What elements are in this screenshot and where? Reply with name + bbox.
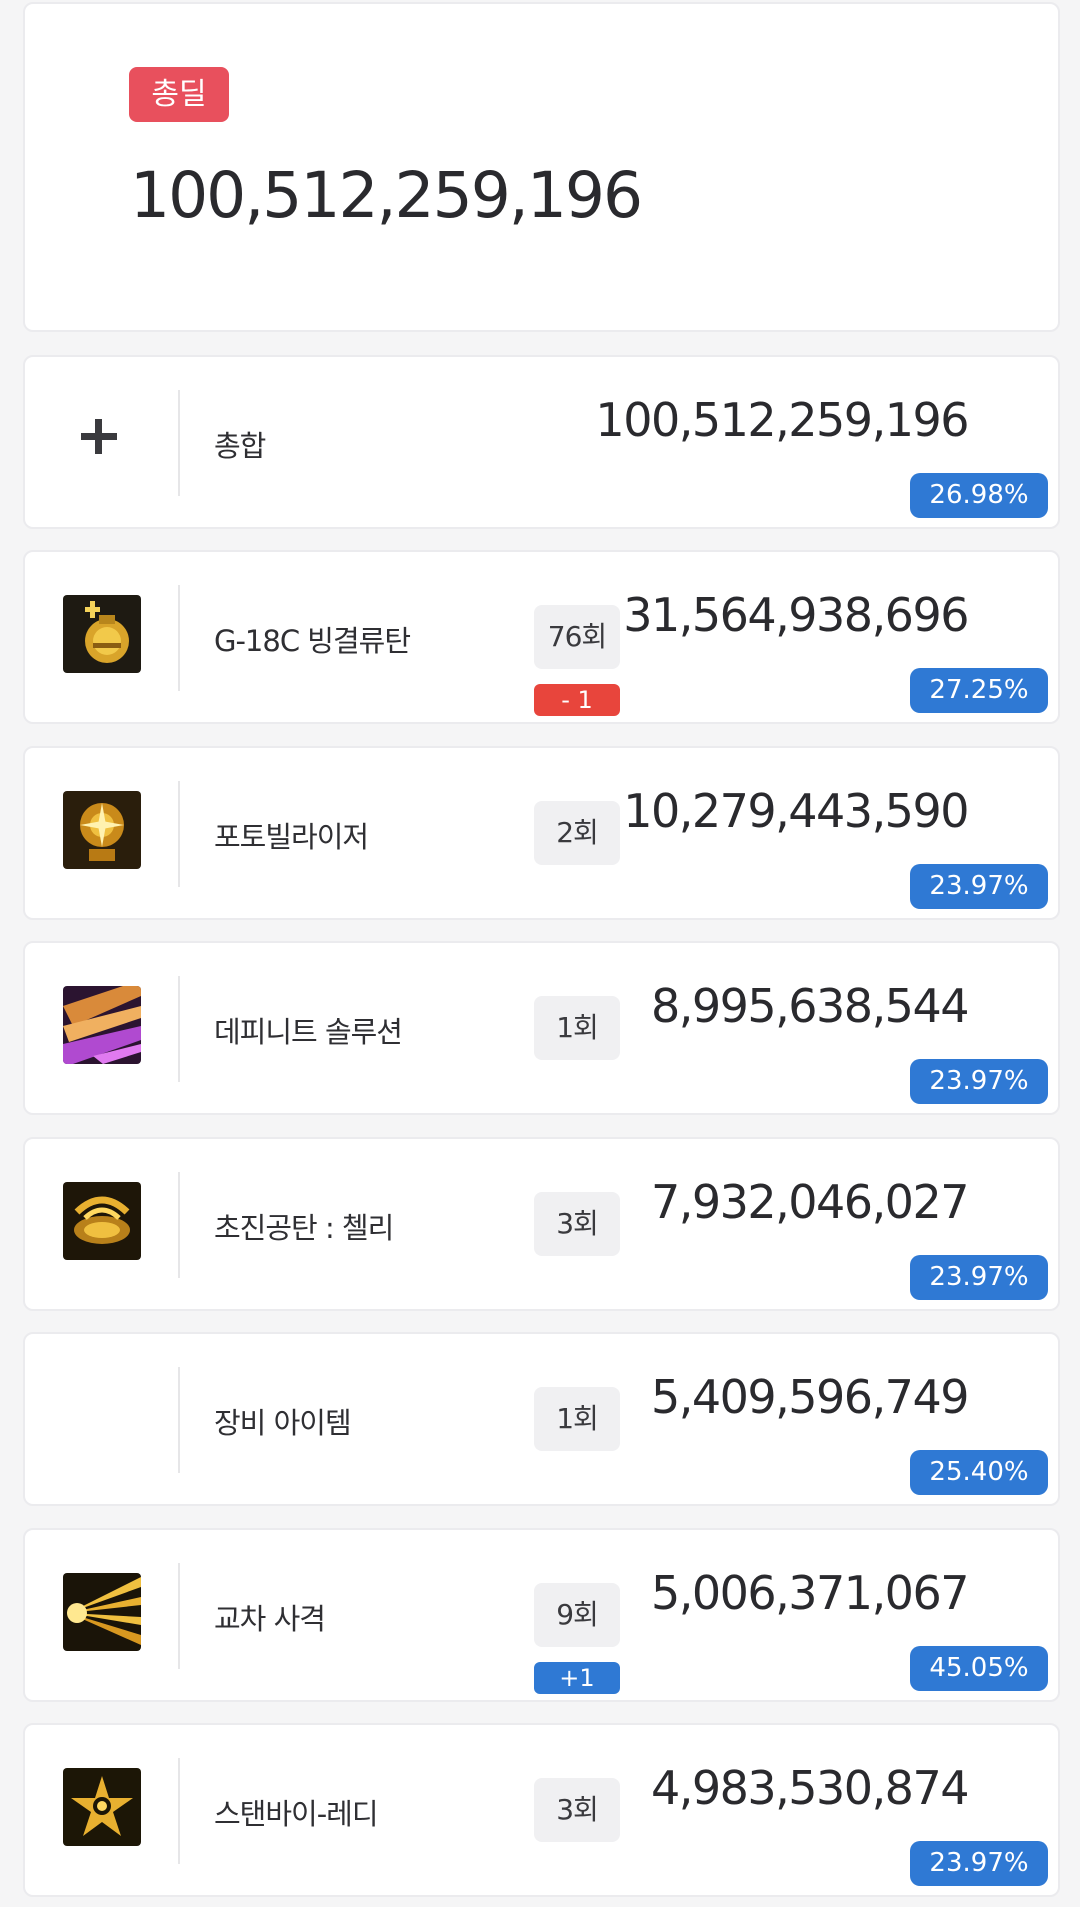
skill-name: 장비 아이템 — [214, 1406, 352, 1440]
row-divider — [178, 390, 180, 496]
cast-count: 1회 — [534, 996, 620, 1060]
cast-count: 2회 — [534, 801, 620, 865]
total-damage-badge: 총딜 — [129, 67, 229, 122]
summary-damage: 100,512,259,196 — [595, 393, 969, 447]
skill-percent-badge: 27.25% — [910, 668, 1048, 713]
skill-row[interactable]: G-18C 빙결류탄 76회 - 1 31,564,938,696 27.25% — [23, 550, 1060, 724]
cast-count: 3회 — [534, 1192, 620, 1256]
skill-percent-badge: 23.97% — [910, 1841, 1048, 1886]
skill-row[interactable]: 스탠바이-레디 3회 4,983,530,874 23.97% — [23, 1723, 1060, 1897]
skill-percent-badge: 23.97% — [910, 1059, 1048, 1104]
skill-damage: 5,006,371,067 — [650, 1566, 970, 1620]
photo-blaster-icon — [63, 791, 141, 869]
row-divider — [178, 1367, 180, 1473]
count-delta-badge: - 1 — [534, 684, 620, 716]
row-divider — [178, 1758, 180, 1864]
row-divider — [178, 1563, 180, 1669]
definite-solution-icon — [63, 986, 141, 1064]
summary-percent-badge: 26.98% — [910, 473, 1048, 518]
skill-name: 스탠바이-레디 — [214, 1797, 379, 1831]
skill-percent-badge: 23.97% — [910, 1255, 1048, 1300]
total-damage-card: 총딜 100,512,259,196 — [23, 2, 1060, 332]
total-damage-value: 100,512,259,196 — [130, 159, 643, 232]
skill-percent-badge: 23.97% — [910, 864, 1048, 909]
standby-ready-icon — [63, 1768, 141, 1846]
skill-name: 초진공탄 : 첼리 — [214, 1211, 394, 1245]
skill-name: 포토빌라이저 — [214, 820, 369, 854]
skill-percent-badge: 45.05% — [910, 1646, 1048, 1691]
cast-count: 76회 — [534, 605, 620, 669]
skill-percent-badge: 25.40% — [910, 1450, 1048, 1495]
cast-count: 3회 — [534, 1778, 620, 1842]
row-divider — [178, 585, 180, 691]
plus-icon[interactable] — [81, 417, 121, 457]
skill-name: 교차 사격 — [214, 1602, 326, 1636]
summary-label: 총합 — [214, 429, 266, 463]
summary-row[interactable]: 총합 100,512,259,196 26.98% — [23, 355, 1060, 529]
skill-row[interactable]: 장비 아이템 1회 5,409,596,749 25.40% — [23, 1332, 1060, 1506]
skill-row[interactable]: 포토빌라이저 2회 10,279,443,590 23.97% — [23, 746, 1060, 920]
cast-count: 1회 — [534, 1387, 620, 1451]
skill-name: 데피니트 솔루션 — [214, 1015, 403, 1049]
skill-row[interactable]: 교차 사격 9회 +1 5,006,371,067 45.05% — [23, 1528, 1060, 1702]
skill-row[interactable]: 초진공탄 : 첼리 3회 7,932,046,027 23.97% — [23, 1137, 1060, 1311]
skill-damage: 31,564,938,696 — [623, 588, 969, 642]
cross-fire-icon — [63, 1573, 141, 1651]
skill-name: G-18C 빙결류탄 — [214, 624, 411, 658]
row-divider — [178, 1172, 180, 1278]
shell-icon — [63, 1182, 141, 1260]
skill-damage: 10,279,443,590 — [623, 784, 969, 838]
row-divider — [178, 781, 180, 887]
skill-damage: 7,932,046,027 — [650, 1175, 970, 1229]
row-divider — [178, 976, 180, 1082]
skill-damage: 5,409,596,749 — [650, 1370, 970, 1424]
grenade-icon — [63, 595, 141, 673]
skill-damage: 8,995,638,544 — [650, 979, 970, 1033]
count-delta-badge: +1 — [534, 1662, 620, 1694]
cast-count: 9회 — [534, 1583, 620, 1647]
skill-row[interactable]: 데피니트 솔루션 1회 8,995,638,544 23.97% — [23, 941, 1060, 1115]
skill-damage: 4,983,530,874 — [650, 1761, 970, 1815]
